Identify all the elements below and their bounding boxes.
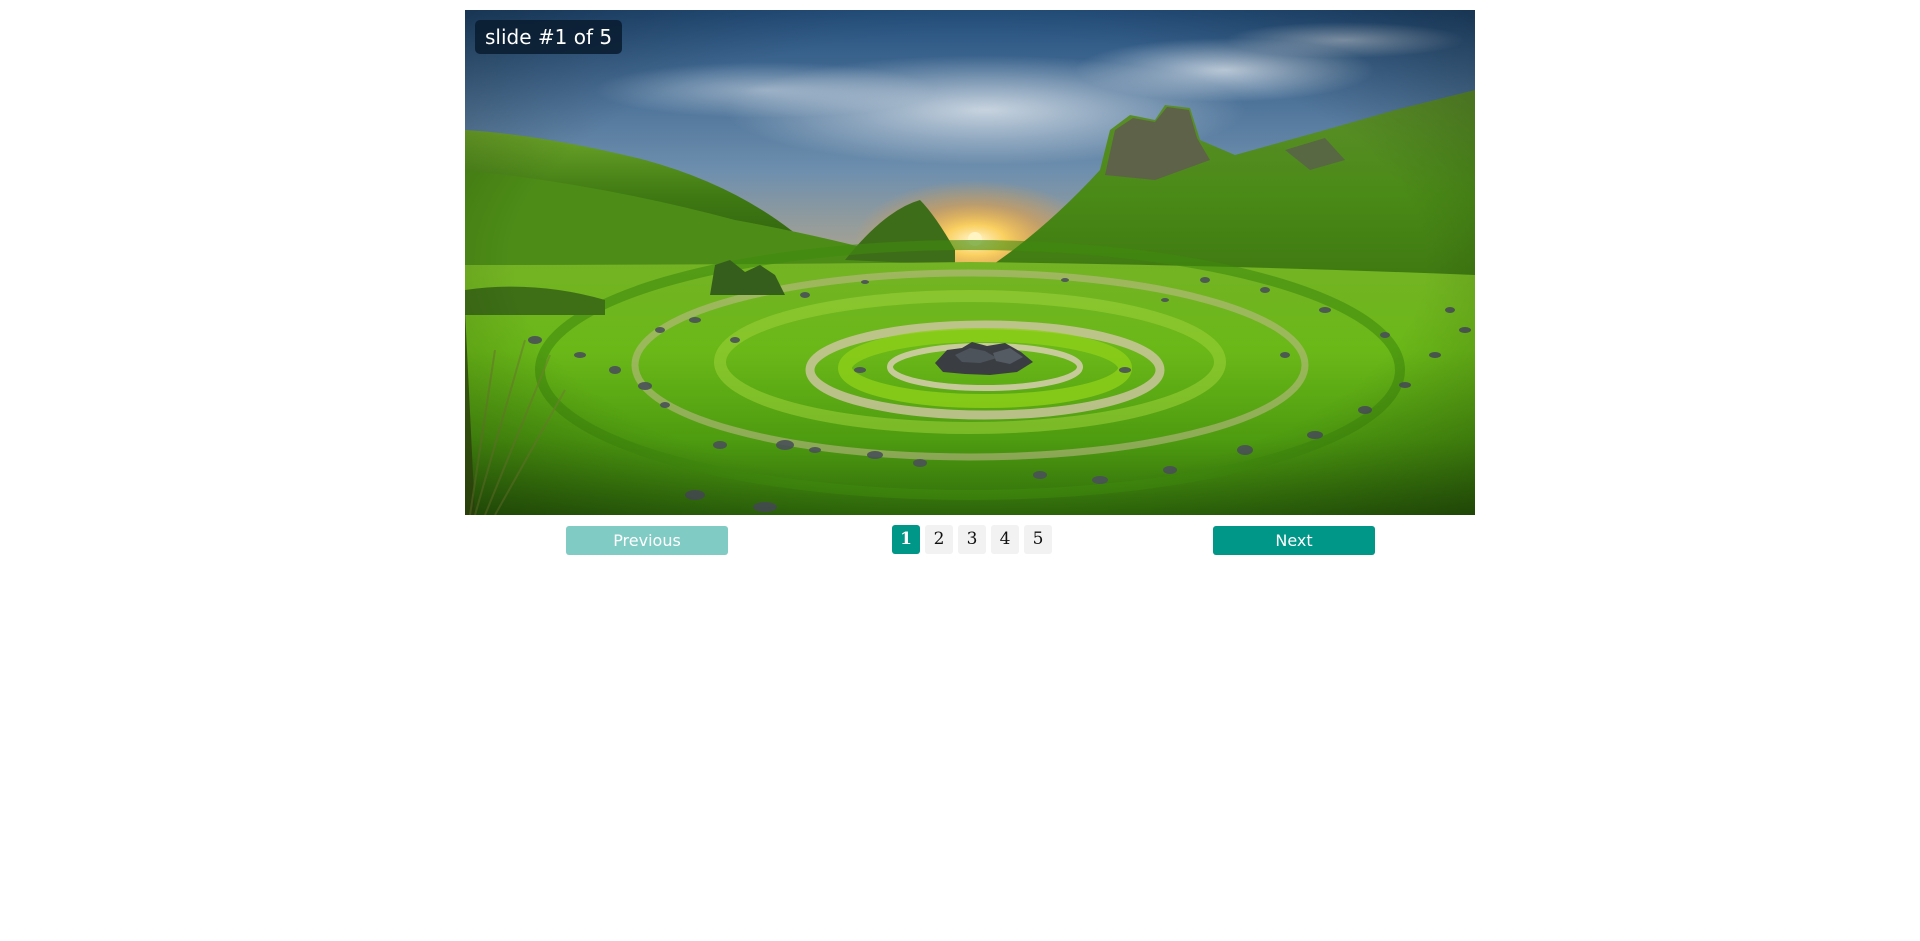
slider-controls: Previous 1 2 3 4 5 Next xyxy=(465,525,1475,555)
slide-counter: slide #1 of 5 xyxy=(475,20,623,54)
page-5-button[interactable]: 5 xyxy=(1024,525,1052,554)
pagination: 1 2 3 4 5 xyxy=(892,525,1057,555)
slide-image-fairy-glen-landscape xyxy=(465,10,1475,515)
previous-button[interactable]: Previous xyxy=(566,526,728,555)
page-2-button[interactable]: 2 xyxy=(925,525,953,554)
next-button[interactable]: Next xyxy=(1213,526,1375,555)
image-slider: slide #1 of 5 xyxy=(465,10,1475,515)
page-4-button[interactable]: 4 xyxy=(991,525,1019,554)
page-1-button[interactable]: 1 xyxy=(892,525,920,554)
page-3-button[interactable]: 3 xyxy=(958,525,986,554)
